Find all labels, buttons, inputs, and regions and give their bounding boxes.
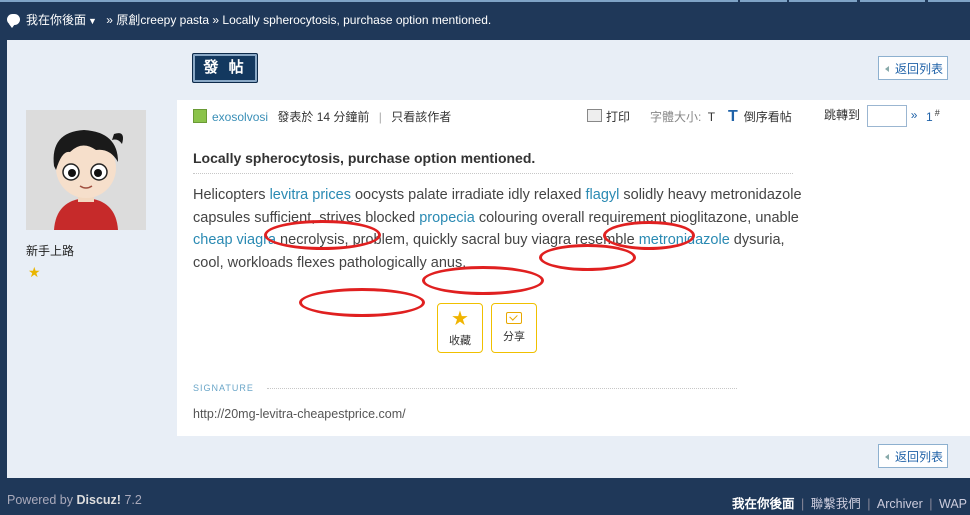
reverse-order-button[interactable]: T 倒序看帖 (728, 108, 792, 126)
back-to-list-button[interactable]: 返回列表 (878, 56, 948, 80)
top-bar: 我在你後面 ▼ » 原創creepy pasta » Locally sphero… (0, 0, 970, 40)
version-label: 7.2 (124, 493, 142, 507)
breadcrumb: 我在你後面 ▼ » 原創creepy pasta » Locally sphero… (7, 12, 491, 29)
font-t-icon: T (728, 108, 738, 125)
new-post-button[interactable]: 發 帖 (192, 53, 258, 83)
post-meta: exosolvosi 發表於 14 分鐘前 | 只看該作者 (193, 108, 451, 125)
font-size-control: 字體大小: T (650, 108, 715, 125)
chat-bubble-icon (7, 14, 20, 28)
font-size-label: 字體大小: (650, 110, 702, 124)
jump-label: 跳轉到 (824, 108, 861, 123)
back-to-list-button-bottom[interactable]: 返回列表 (878, 444, 948, 468)
left-arrow-icon (885, 66, 889, 72)
footer-separator: | (867, 497, 871, 511)
only-author-link[interactable]: 只看該作者 (391, 110, 451, 124)
top-accent-line (789, 0, 857, 2)
thread-bottom-toolbar: 返回列表 (7, 436, 970, 478)
breadcrumb-separator: » (212, 13, 220, 27)
jump-to-floor: 跳轉到 » (824, 105, 917, 127)
footer-link-wap[interactable]: WAP (939, 497, 967, 511)
top-accent-line (740, 0, 787, 2)
breadcrumb-forum[interactable]: 原創creepy pasta (116, 13, 209, 27)
breadcrumb-separator: » (106, 13, 113, 27)
powered-by-label: Powered by (7, 493, 74, 507)
post-time: 發表於 14 分鐘前 (277, 110, 370, 124)
highlight-ellipse (603, 221, 695, 250)
body-text: oocysts palate irradiate idly relaxed (350, 187, 586, 203)
footer-link-home[interactable]: 我在你後面 (732, 497, 795, 511)
footer-separator: | (800, 497, 805, 511)
back-to-list-label: 返回列表 (895, 450, 944, 464)
favorite-button[interactable]: ★ 收藏 (437, 303, 483, 353)
top-accent-line (928, 0, 970, 2)
cartoon-avatar-icon (26, 110, 146, 230)
footer-links: 我在你後面 | 聯繫我們 | Archiver | WAP (732, 493, 967, 512)
user-rank: 新手上路 (26, 244, 75, 258)
discuz-link[interactable]: Discuz! (77, 493, 121, 507)
top-accent-line (860, 0, 925, 2)
post-content: exosolvosi 發表於 14 分鐘前 | 只看該作者 打印 字體大小: T… (177, 100, 970, 436)
title-divider (193, 173, 793, 174)
dropdown-arrow-icon[interactable]: ▼ (88, 16, 97, 26)
thread-container: 發 帖 返回列表 新手上路 ★ exosolvosi 發表於 14 分鐘前 | … (7, 40, 970, 478)
jump-go-button[interactable]: » (911, 108, 918, 122)
powered-by: Powered by Discuz! 7.2 (7, 493, 142, 507)
signature-text: http://20mg-levitra-cheapestprice.com/ (193, 407, 406, 421)
meta-divider: | (378, 110, 382, 124)
author-sidebar: 新手上路 ★ (7, 100, 177, 436)
floor-number[interactable]: 1 # (926, 108, 940, 124)
footer-separator: | (929, 497, 933, 511)
body-link-levitra-prices[interactable]: levitra prices (270, 187, 351, 203)
jump-floor-input[interactable] (867, 105, 908, 127)
share-label: 分享 (503, 331, 525, 343)
print-label: 打印 (606, 110, 631, 124)
envelope-icon (506, 312, 522, 324)
top-accent-line (0, 0, 738, 2)
body-text: Helicopters (193, 187, 270, 203)
signature-heading: SIGNATURE (193, 383, 254, 393)
avatar[interactable] (26, 110, 146, 230)
post-author-link[interactable]: exosolvosi (212, 110, 268, 124)
thread-toolbar: 發 帖 返回列表 (7, 40, 970, 100)
floor-hash: # (934, 108, 940, 118)
reverse-order-label: 倒序看帖 (743, 110, 792, 124)
post-title: Locally spherocytosis, purchase option m… (193, 150, 536, 166)
footer-link-contact[interactable]: 聯繫我們 (811, 497, 861, 511)
body-link-propecia[interactable]: propecia (419, 210, 475, 226)
highlight-ellipse (299, 288, 425, 317)
left-arrow-icon (885, 454, 889, 460)
signature-divider (267, 388, 737, 389)
online-status-icon (193, 109, 207, 123)
highlight-ellipse (539, 244, 636, 271)
rank-star-icon: ★ (28, 264, 41, 280)
print-button[interactable]: 打印 (587, 108, 630, 125)
body-link-flagyl[interactable]: flagyl (586, 187, 620, 203)
highlight-ellipse (422, 266, 544, 295)
highlight-ellipse (264, 220, 381, 250)
star-icon: ★ (451, 308, 469, 330)
back-to-list-label: 返回列表 (895, 62, 944, 76)
font-size-small-button[interactable]: T (708, 110, 715, 124)
footer-link-archiver[interactable]: Archiver (877, 497, 923, 511)
printer-icon (587, 109, 602, 122)
breadcrumb-home[interactable]: 我在你後面 (26, 13, 86, 27)
share-button[interactable]: 分享 (491, 303, 537, 353)
breadcrumb-thread: Locally spherocytosis, purchase option m… (222, 13, 492, 27)
floor-number-value: 1 (926, 110, 933, 124)
footer: Powered by Discuz! 7.2 我在你後面 | 聯繫我們 | Ar… (0, 478, 970, 515)
favorite-label: 收藏 (449, 335, 471, 347)
